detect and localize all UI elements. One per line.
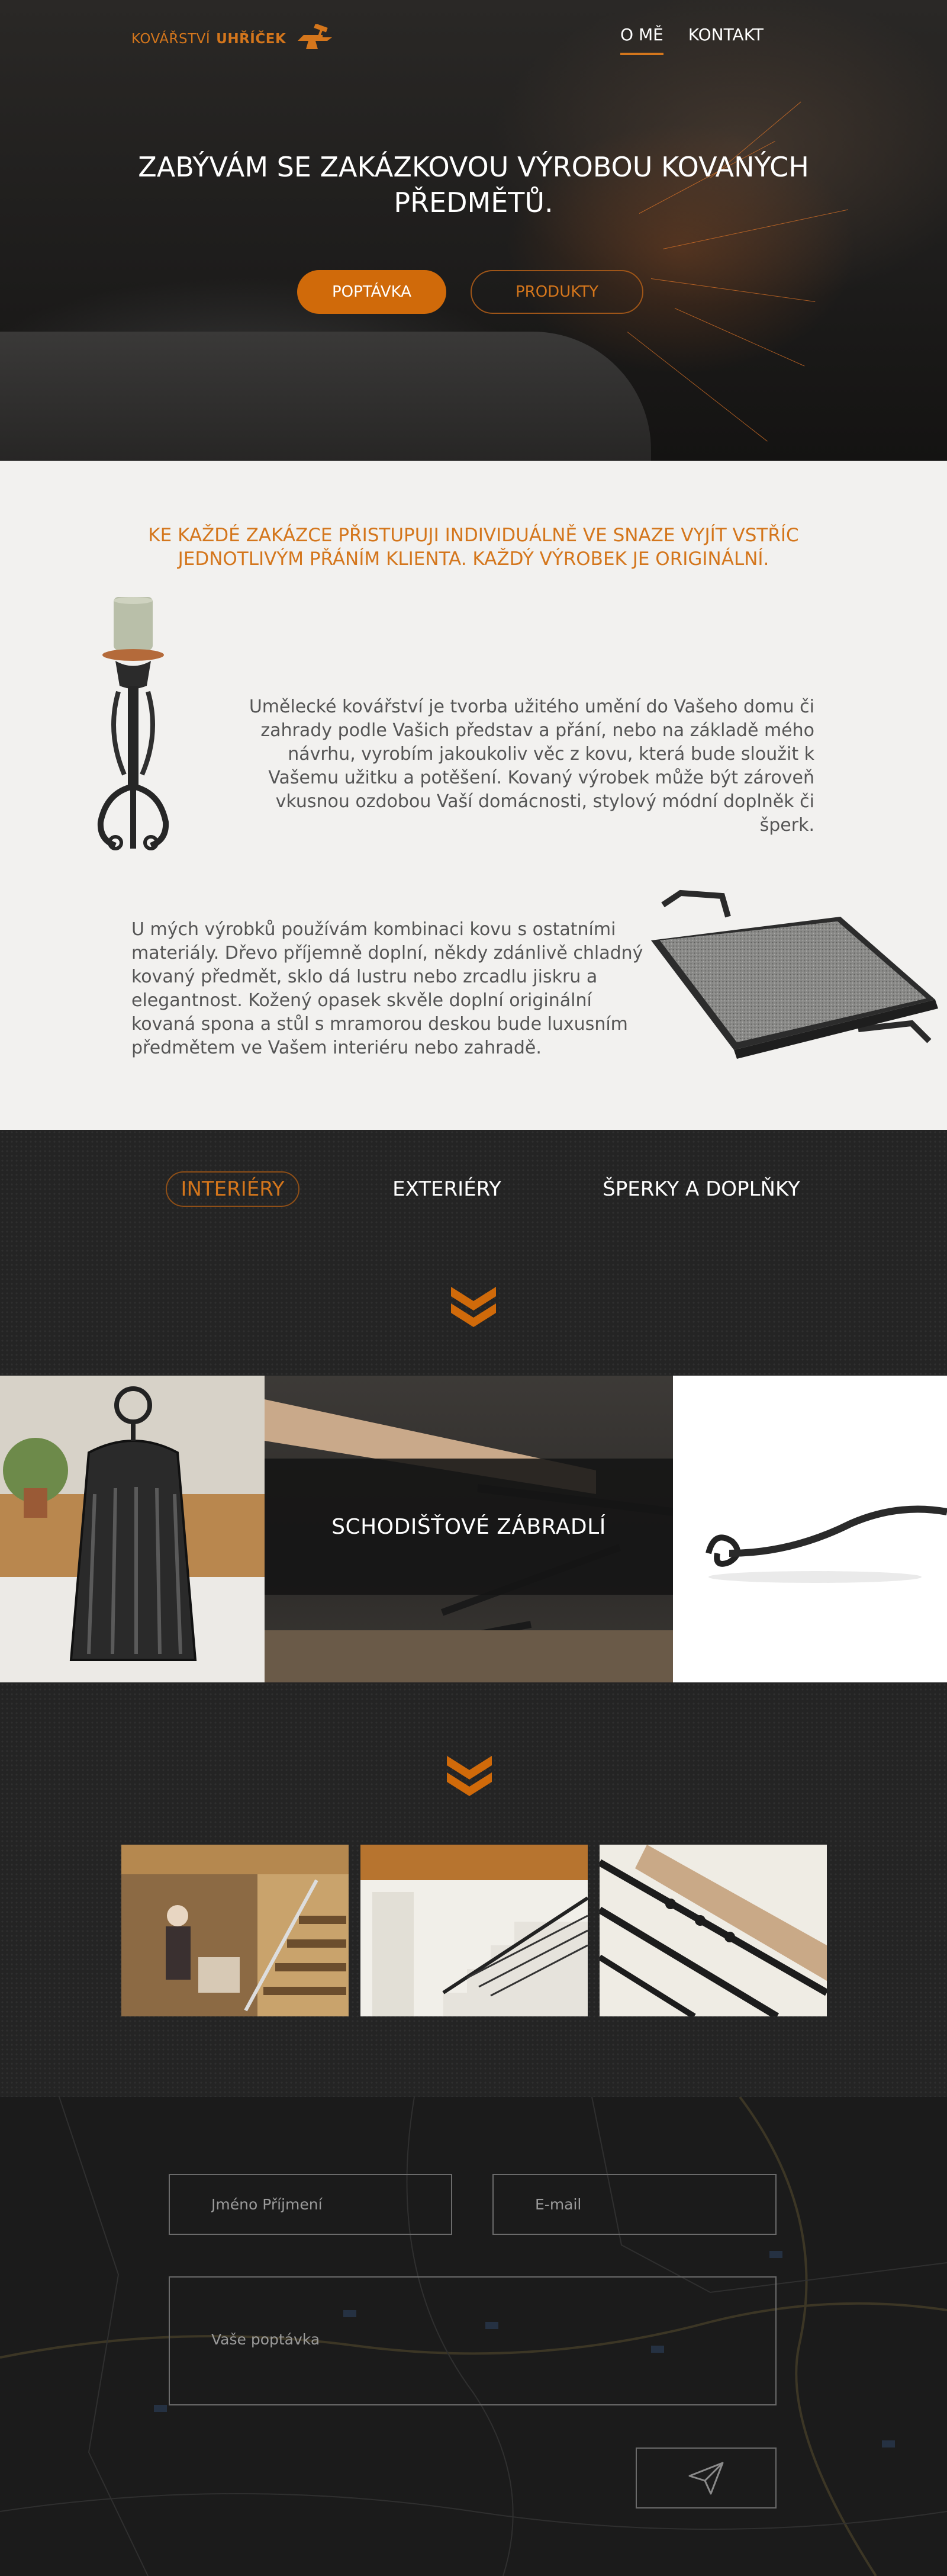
candlestick-image [97, 597, 169, 850]
tab-exteriors[interactable]: EXTERIÉRY [379, 1171, 515, 1207]
hero-title: ZABÝVÁM SE ZAKÁZKOVOU VÝROBOU KOVANÝCH P… [138, 151, 809, 219]
tab-interiors[interactable]: INTERIÉRY [166, 1171, 299, 1207]
about-paragraph-2: U mých výrobků používám kombinaci kovu s… [131, 919, 643, 1058]
gallery-tile-staircase-railing[interactable]: SCHODIŠŤOVÉ ZÁBRADLÍ [265, 1376, 673, 1682]
main-nav: O MĚ KONTAKT [620, 25, 764, 55]
email-input[interactable] [492, 2174, 777, 2235]
about-lead: KE KAŽDÉ ZAKÁZCE PŘISTUPUJI INDIVIDUÁLNĚ… [148, 525, 799, 570]
name-input[interactable] [169, 2174, 452, 2235]
anvil-hammer-icon [298, 24, 333, 49]
about-paragraph-1: Umělecké kovářství je tvorba užitého umě… [249, 696, 814, 836]
hook-image [706, 1505, 947, 1583]
gallery-tile-hook[interactable] [673, 1376, 947, 1682]
send-button[interactable] [636, 2447, 777, 2508]
marble-tray-image [651, 889, 938, 1059]
inquiry-textarea[interactable] [169, 2276, 777, 2405]
site-logo[interactable]: KOVÁŘSTVÍ UHŘÍČEK [131, 24, 339, 51]
logo-text: KOVÁŘSTVÍ [131, 31, 211, 47]
chevron-down-double-icon [447, 1756, 492, 1796]
tab-jewelry-accessories[interactable]: ŠPERKY A DOPLŇKY [592, 1171, 811, 1207]
paper-plane-icon [688, 2462, 724, 2494]
hero-section: KOVÁŘSTVÍ UHŘÍČEK O MĚ KONTAKT ZABÝVÁM S… [0, 0, 947, 461]
category-tabs: INTERIÉRY EXTERIÉRY ŠPERKY A DOPLŇKY [0, 1171, 947, 1207]
nav-item-about[interactable]: O MĚ [620, 25, 663, 55]
featured-caption: SCHODIŠŤOVÉ ZÁBRADLÍ [265, 1459, 673, 1595]
products-button[interactable]: PRODUKTY [471, 270, 643, 314]
hero-anvil-background [0, 332, 651, 461]
categories-section: INTERIÉRY EXTERIÉRY ŠPERKY A DOPLŇKY [0, 1130, 947, 1376]
about-section: KE KAŽDÉ ZAKÁZCE PŘISTUPUJI INDIVIDUÁLNĚ… [0, 461, 947, 1130]
contact-section [0, 2097, 947, 2576]
thumbnail-3[interactable] [600, 1845, 827, 2016]
logo-text-strong: UHŘÍČEK [216, 31, 286, 47]
staircase-photo-2 [360, 1845, 588, 2016]
nav-item-contact[interactable]: KONTAKT [688, 25, 764, 55]
chevron-down-double-icon [451, 1287, 496, 1327]
staircase-photo-1 [121, 1845, 349, 2016]
detail-gallery-section [0, 1682, 947, 2097]
gallery-tile-lantern[interactable] [0, 1376, 265, 1682]
inquiry-button[interactable]: POPTÁVKA [297, 270, 446, 314]
lantern-image [0, 1376, 265, 1682]
thumbnail-1[interactable] [121, 1845, 349, 2016]
thumbnail-2[interactable] [360, 1845, 588, 2016]
railing-closeup-photo [600, 1845, 827, 2016]
gallery-strip: SCHODIŠŤOVÉ ZÁBRADLÍ [0, 1376, 947, 1682]
